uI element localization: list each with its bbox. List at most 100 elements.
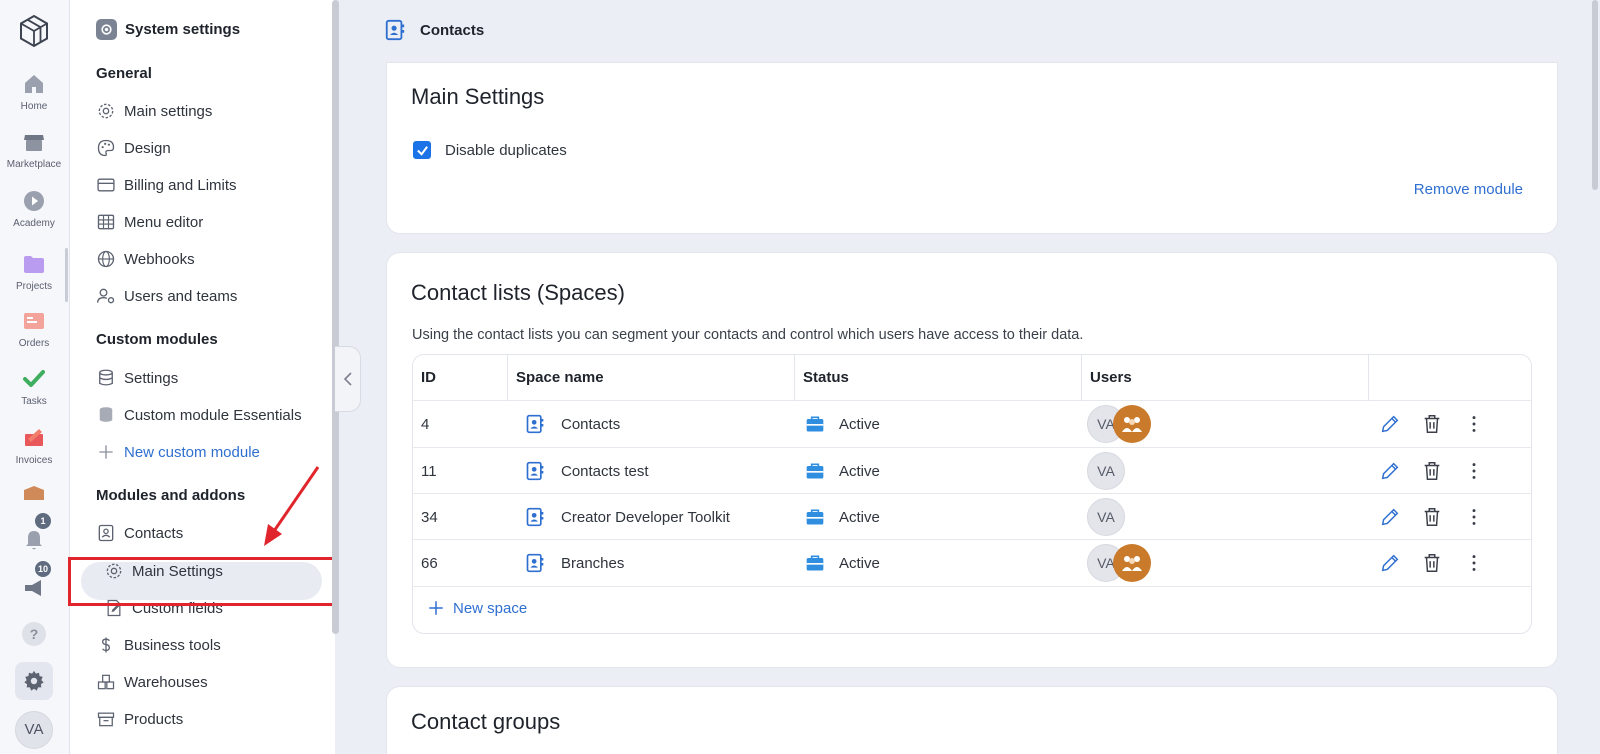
edit-pencil-icon[interactable] <box>1379 552 1401 574</box>
rail-tasks[interactable]: Tasks <box>0 367 68 407</box>
new-custom-module-label: New custom module <box>124 443 260 461</box>
trash-icon[interactable] <box>1421 460 1443 482</box>
contact-book-icon <box>385 19 405 41</box>
table-row[interactable]: 66 Branches Active VA <box>413 540 1531 587</box>
user-avatar[interactable]: VA <box>15 711 53 749</box>
store-icon <box>24 135 44 151</box>
sidebar-item-main-settings[interactable]: Main settings <box>96 101 212 121</box>
invoice-icon <box>25 429 43 446</box>
rail-scrollbar[interactable] <box>65 248 68 302</box>
new-space-label: New space <box>453 599 528 617</box>
sidebar-item-business-tools[interactable]: Business tools <box>96 635 221 655</box>
trash-icon[interactable] <box>1421 413 1443 435</box>
rail-invoices[interactable]: Invoices <box>0 426 68 466</box>
column-header-space-name[interactable]: Space name <box>508 355 795 401</box>
settings-sidebar: System settings General Main settings De… <box>70 0 335 754</box>
row-status: Active <box>805 401 880 447</box>
rail-marketplace[interactable]: Marketplace <box>0 130 68 170</box>
app-rail: Home Marketplace Academy Projects Orders… <box>0 0 70 754</box>
sidebar-item-menu-editor[interactable]: Menu editor <box>96 212 203 232</box>
boxes-icon <box>97 674 115 690</box>
sidebar-item-billing[interactable]: Billing and Limits <box>96 175 237 195</box>
rail-academy[interactable]: Academy <box>0 189 68 229</box>
row-space-name[interactable]: Contacts test <box>525 448 649 494</box>
edit-pencil-icon[interactable] <box>1379 506 1401 528</box>
rail-settings[interactable] <box>15 662 53 700</box>
column-header-actions <box>1369 355 1531 401</box>
announcements-badge: 10 <box>35 561 52 577</box>
rail-home[interactable]: Home <box>0 72 68 112</box>
sidebar-scrollbar[interactable] <box>332 0 339 634</box>
row-users[interactable]: VA <box>1087 448 1125 494</box>
plus-icon <box>429 601 443 615</box>
play-circle-icon <box>24 191 44 211</box>
rail-orders[interactable]: Orders <box>0 309 68 349</box>
rail-projects[interactable]: Projects <box>0 252 68 292</box>
row-status: Active <box>805 494 880 540</box>
space-name-label: Contacts <box>561 415 621 433</box>
contact-book-icon <box>526 553 544 573</box>
new-space-button[interactable]: New space <box>427 599 527 617</box>
more-vertical-icon[interactable] <box>1463 413 1485 435</box>
row-users[interactable]: VA <box>1087 540 1151 586</box>
contact-book-icon <box>526 414 544 434</box>
main-scrollbar[interactable] <box>1592 0 1598 190</box>
more-vertical-icon[interactable] <box>1463 552 1485 574</box>
user-avatar: VA <box>1087 498 1125 536</box>
table-row[interactable]: 4 Contacts Active VA <box>413 401 1531 448</box>
sidebar-item-cm-essentials[interactable]: Custom module Essentials <box>96 405 302 425</box>
disable-duplicates-checkbox[interactable]: Disable duplicates <box>413 141 567 159</box>
edit-pencil-icon[interactable] <box>1379 460 1401 482</box>
contact-book-icon <box>526 461 544 481</box>
globe-icon <box>97 250 115 268</box>
space-name-label: Branches <box>561 554 625 572</box>
sidebar-item-users-teams[interactable]: Users and teams <box>96 286 237 306</box>
more-vertical-icon[interactable] <box>1463 506 1485 528</box>
row-users[interactable]: VA <box>1087 401 1151 447</box>
sidebar-item-label: Products <box>124 710 184 728</box>
disable-duplicates-label: Disable duplicates <box>445 141 567 159</box>
edit-pencil-icon[interactable] <box>1379 413 1401 435</box>
contact-book-icon <box>98 524 114 542</box>
collapse-sidebar-button[interactable] <box>335 346 361 412</box>
table-row[interactable]: 34 Creator Developer Toolkit Active VA <box>413 494 1531 540</box>
megaphone-icon <box>25 580 41 596</box>
sidebar-header: System settings <box>96 19 240 40</box>
sidebar-item-webhooks[interactable]: Webhooks <box>96 249 195 269</box>
rail-home-label: Home <box>20 101 48 112</box>
remove-module-link[interactable]: Remove module <box>1414 181 1523 198</box>
sidebar-item-products[interactable]: Products <box>96 709 183 729</box>
trash-icon[interactable] <box>1421 506 1443 528</box>
credit-card-icon <box>97 178 115 192</box>
sidebar-item-label: Warehouses <box>124 673 208 691</box>
sidebar-item-warehouses[interactable]: Warehouses <box>96 672 208 692</box>
column-header-id[interactable]: ID <box>413 355 508 401</box>
contact-lists-card: Contact lists (Spaces) Using the contact… <box>386 252 1558 668</box>
column-header-users[interactable]: Users <box>1082 355 1369 401</box>
trash-icon[interactable] <box>1421 552 1443 574</box>
help-icon[interactable]: ? <box>22 622 46 646</box>
space-name-label: Creator Developer Toolkit <box>561 508 730 526</box>
table-header: ID Space name Status Users <box>413 355 1531 401</box>
row-users[interactable]: VA <box>1087 494 1125 540</box>
sidebar-item-cm-settings[interactable]: Settings <box>96 368 178 388</box>
new-custom-module-link[interactable]: New custom module <box>96 442 260 462</box>
user-avatar: VA <box>1087 452 1125 490</box>
checkmark-icon <box>23 370 45 387</box>
table-row[interactable]: 11 Contacts test Active VA <box>413 448 1531 494</box>
row-space-name[interactable]: Branches <box>525 540 624 586</box>
row-status: Active <box>805 448 880 494</box>
gear-outline-icon <box>98 103 114 119</box>
rail-announcements[interactable] <box>22 576 46 600</box>
column-header-status[interactable]: Status <box>795 355 1082 401</box>
sidebar-title: System settings <box>125 21 241 38</box>
app-logo-icon[interactable] <box>17 14 51 48</box>
box-icon[interactable] <box>22 486 46 500</box>
row-actions <box>1379 401 1485 447</box>
row-space-name[interactable]: Contacts <box>525 401 620 447</box>
row-space-name[interactable]: Creator Developer Toolkit <box>525 494 730 540</box>
sidebar-item-design[interactable]: Design <box>96 138 171 158</box>
rail-notifications[interactable] <box>22 528 46 552</box>
sidebar-item-contacts[interactable]: Contacts <box>96 523 183 543</box>
more-vertical-icon[interactable] <box>1463 460 1485 482</box>
